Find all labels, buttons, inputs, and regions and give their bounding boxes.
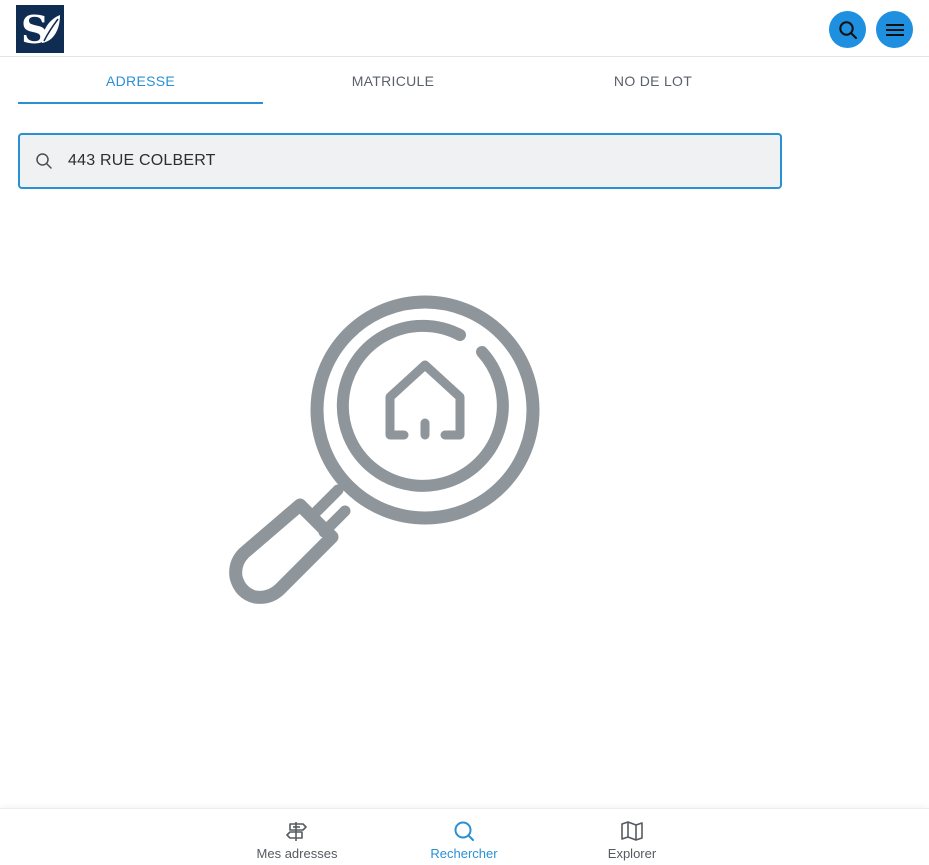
nav-label: Mes adresses xyxy=(256,846,338,861)
search-icon xyxy=(35,152,53,170)
tab-matricule[interactable]: MATRICULE xyxy=(283,57,503,105)
nav-explorer[interactable]: Explorer xyxy=(572,809,692,865)
bottom-navigation: Mes adresses Rechercher Explorer xyxy=(0,808,929,865)
header-menu-button[interactable] xyxy=(876,11,913,48)
search-icon xyxy=(452,819,476,843)
search-illustration xyxy=(220,285,550,615)
active-tab-indicator xyxy=(18,102,263,104)
svg-text:S: S xyxy=(21,7,48,51)
house-magnifier-icon xyxy=(229,295,540,604)
signpost-icon xyxy=(285,819,309,843)
app-page: S ADRESSE MATRICULE NO DE LOT 443 RUE CO… xyxy=(0,0,929,865)
address-search-box[interactable] xyxy=(18,133,782,189)
nav-label: Rechercher xyxy=(430,846,498,861)
nav-rechercher[interactable]: Rechercher xyxy=(404,809,524,865)
address-search-input[interactable] xyxy=(68,152,780,170)
map-icon xyxy=(620,819,644,843)
hamburger-menu-icon xyxy=(885,23,904,36)
top-header: S xyxy=(0,0,929,57)
header-search-button[interactable] xyxy=(829,11,866,48)
search-icon xyxy=(838,20,857,39)
search-mode-tabs: ADRESSE MATRICULE NO DE LOT xyxy=(18,57,781,105)
tab-adresse[interactable]: ADRESSE xyxy=(18,57,263,105)
nav-mes-adresses[interactable]: Mes adresses xyxy=(237,809,357,865)
app-logo[interactable]: S xyxy=(16,5,64,53)
nav-label: Explorer xyxy=(607,846,657,861)
tab-no-de-lot[interactable]: NO DE LOT xyxy=(543,57,763,105)
logo-icon: S xyxy=(21,7,60,51)
